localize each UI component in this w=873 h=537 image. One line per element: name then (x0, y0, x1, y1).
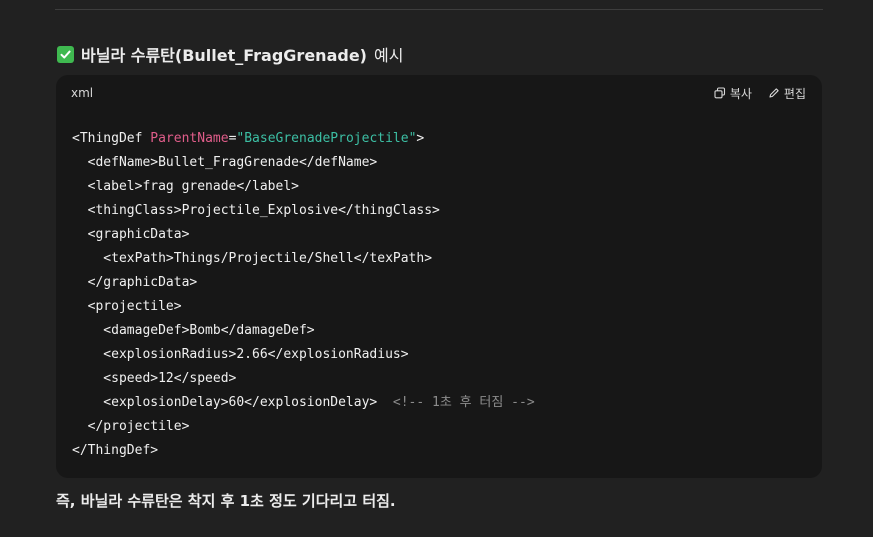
edit-label: 편집 (783, 86, 806, 101)
code-line-4: <thingClass>Projectile_Explosive</thingC… (72, 203, 440, 218)
edit-icon (769, 88, 779, 98)
edit-button[interactable]: 편집 (768, 85, 806, 102)
summary-text: 즉, 바닐라 수류탄은 착지 후 1초 정도 기다리고 터짐. (56, 492, 396, 510)
check-icon (57, 45, 74, 63)
code-line-10: <explosionRadius>2.66</explosionRadius> (72, 347, 409, 362)
copy-icon (714, 87, 725, 99)
copy-button[interactable]: 복사 (714, 85, 752, 102)
heading-title: 바닐라 수류탄(Bullet_FragGrenade) (81, 46, 367, 65)
code-line-1: <ThingDef ParentName="BaseGrenadeProject… (72, 131, 425, 146)
code-line-9: <damageDef>Bomb</damageDef> (72, 323, 315, 338)
code-line-11: <speed>12</speed> (72, 371, 237, 386)
code-line-6: <texPath>Things/Projectile/Shell</texPat… (72, 251, 433, 266)
code-content: <ThingDef ParentName="BaseGrenadeProject… (56, 111, 822, 463)
code-line-12: <explosionDelay>60</explosionDelay> <!--… (72, 395, 535, 410)
code-line-5: <graphicData> (72, 227, 190, 242)
code-block: xml 복사 편집 <ThingDef ParentName="BaseGren… (56, 75, 822, 478)
code-line-13: </projectile> (72, 419, 190, 434)
copy-label: 복사 (729, 86, 752, 101)
code-language: xml (71, 86, 94, 100)
heading-suffix: 예시 (373, 46, 404, 65)
code-line-7: </graphicData> (72, 275, 198, 290)
section-divider (55, 9, 823, 10)
code-line-14: </ThingDef> (72, 443, 159, 458)
code-line-3: <label>frag grenade</label> (72, 179, 299, 194)
code-actions: 복사 편집 (714, 85, 806, 102)
section-heading: 바닐라 수류탄(Bullet_FragGrenade) 예시 (57, 42, 403, 66)
code-header: xml 복사 편집 (56, 75, 822, 111)
code-line-2: <defName>Bullet_FragGrenade</defName> (72, 155, 378, 170)
code-comment: <!-- 1초 후 터짐 --> (377, 395, 535, 410)
code-line-8: <projectile> (72, 299, 182, 314)
